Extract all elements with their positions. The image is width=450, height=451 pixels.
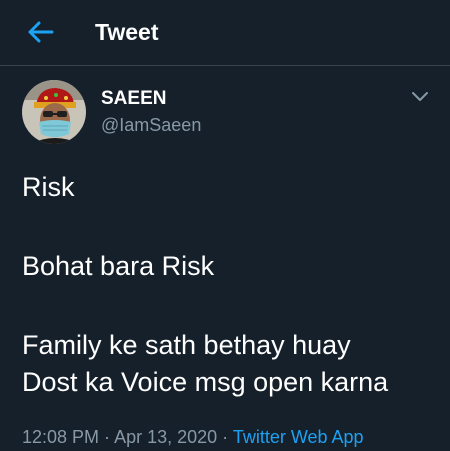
separator: · [217, 427, 233, 447]
tweet-text-line: Dost ka Voice msg open karna [22, 367, 389, 397]
more-options-button[interactable] [408, 86, 432, 106]
source-app-link[interactable]: Twitter Web App [233, 427, 364, 447]
author-display-name[interactable]: SAEEN [101, 88, 166, 110]
tweet-metadata: 12:08 PM · Apr 13, 2020 · Twitter Web Ap… [22, 426, 364, 448]
top-bar: Tweet [0, 0, 450, 66]
tweet-date: Apr 13, 2020 [114, 427, 218, 447]
tweet-time: 12:08 PM [22, 427, 100, 447]
avatar-masked-person-icon [22, 80, 86, 144]
arrow-left-icon [28, 21, 54, 43]
page-title: Tweet [95, 19, 159, 45]
tweet-text-line: Family ke sath bethay huay [22, 330, 351, 360]
back-button[interactable] [26, 18, 56, 46]
chevron-down-icon [412, 92, 428, 101]
tweet-text-line: Bohat bara Risk [22, 251, 215, 281]
tweet-text-line: Risk [22, 172, 75, 202]
avatar[interactable] [22, 80, 86, 144]
separator: · [99, 427, 115, 447]
author-handle[interactable]: @IamSaeen [101, 114, 201, 136]
